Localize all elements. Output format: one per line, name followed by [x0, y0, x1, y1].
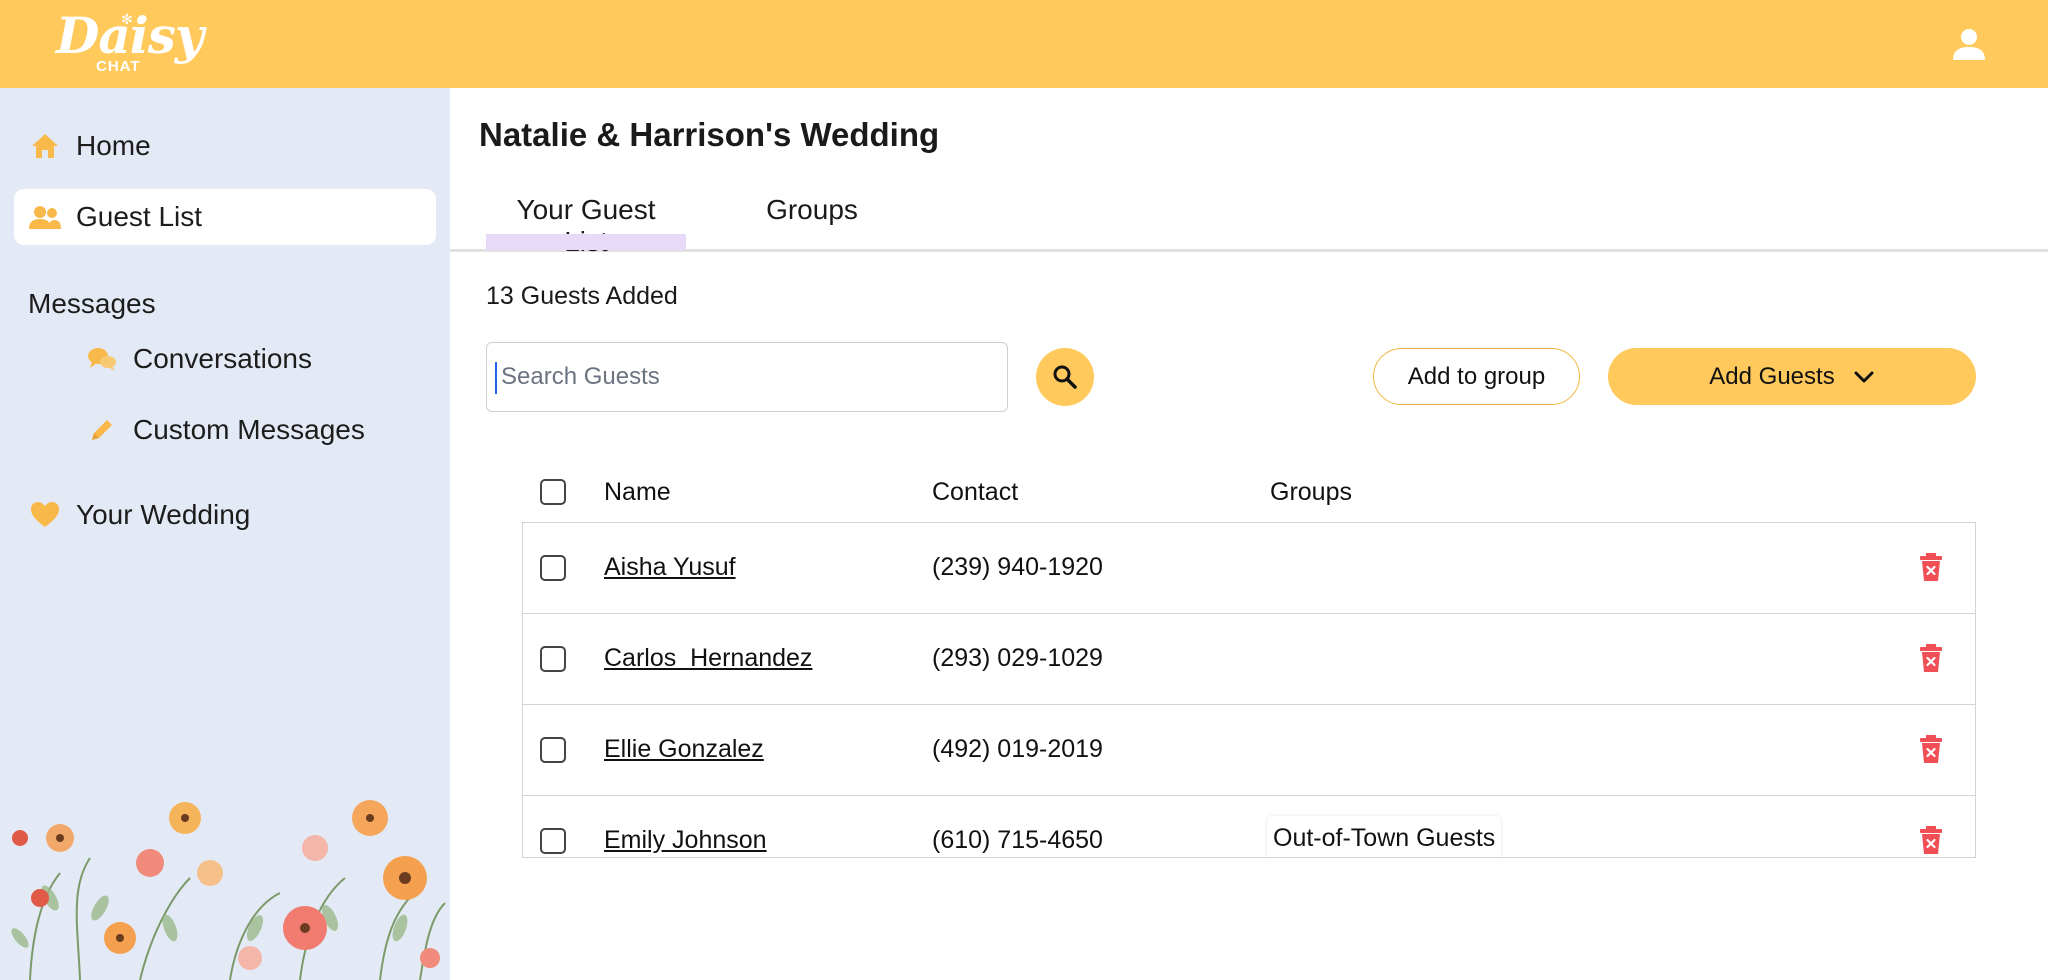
sidebar-item-label: Conversations: [133, 343, 312, 374]
delete-trash-icon[interactable]: [1919, 552, 1943, 582]
sidebar-item-your-wedding[interactable]: Your Wedding: [28, 487, 250, 543]
logo-daisy-icon: ✻: [121, 12, 133, 28]
sidebar-item-guest-list[interactable]: Guest List: [14, 189, 436, 245]
delete-trash-icon[interactable]: [1919, 734, 1943, 764]
guest-contact: (239) 940-1920: [932, 553, 1103, 581]
text-cursor: [495, 362, 497, 394]
add-guests-label: Add Guests: [1709, 362, 1835, 390]
sidebar-item-label: Custom Messages: [133, 414, 365, 445]
add-guests-button[interactable]: Add Guests: [1608, 348, 1976, 405]
group-tag[interactable]: Out-of-Town Guests: [1267, 816, 1502, 857]
table-row: Emily Johnson (610) 715-4650 Out-of-Town…: [523, 796, 1975, 857]
guest-table: Aisha Yusuf (239) 940-1920 Carlos Hernan…: [522, 522, 1976, 858]
sidebar-item-label: Home: [76, 130, 151, 161]
row-checkbox[interactable]: [540, 646, 566, 672]
delete-trash-icon[interactable]: [1919, 825, 1943, 855]
floral-decoration-image: [11, 800, 446, 980]
guest-count-label: 13 Guests Added: [486, 282, 678, 310]
row-checkbox[interactable]: [540, 828, 566, 854]
search-input[interactable]: [486, 342, 1008, 412]
user-icon[interactable]: [1950, 26, 1988, 64]
column-header-groups[interactable]: Groups: [1270, 478, 1352, 507]
column-header-name[interactable]: Name: [604, 478, 671, 507]
sidebar-item-custom-messages[interactable]: Custom Messages: [85, 402, 365, 458]
table-row: Ellie Gonzalez (492) 019-2019: [523, 705, 1975, 796]
guest-name-link[interactable]: Carlos Hernandez: [604, 644, 812, 673]
table-row: Carlos Hernandez (293) 029-1029: [523, 614, 1975, 705]
sidebar-item-label: Your Wedding: [76, 499, 251, 530]
tab-groups[interactable]: Groups: [762, 194, 862, 226]
guest-name-link[interactable]: Ellie Gonzalez: [604, 735, 764, 764]
sidebar-item-label: Guest List: [76, 201, 203, 232]
active-tab-indicator: [486, 234, 686, 250]
add-to-group-button[interactable]: Add to group: [1373, 348, 1580, 405]
select-all-checkbox[interactable]: [540, 479, 566, 505]
search-button[interactable]: [1036, 348, 1094, 406]
users-icon: [28, 202, 62, 232]
chat-bubbles-icon: [85, 344, 119, 374]
daisy-chat-logo[interactable]: Daisy ✻ CHAT: [56, 6, 204, 82]
guest-name-link[interactable]: Emily Johnson: [604, 826, 767, 855]
row-checkbox[interactable]: [540, 555, 566, 581]
row-checkbox[interactable]: [540, 737, 566, 763]
top-bar: Daisy ✻ CHAT: [0, 0, 2048, 88]
sidebar-item-home[interactable]: Home: [28, 118, 151, 174]
messages-heading: Messages: [28, 288, 156, 319]
guest-name-link[interactable]: Aisha Yusuf: [604, 553, 736, 582]
tab-bar: Your Guest List Groups: [450, 186, 2048, 257]
pencil-icon: [85, 415, 119, 445]
guest-contact: (293) 029-1029: [932, 644, 1103, 672]
column-header-contact[interactable]: Contact: [932, 478, 1018, 507]
sidebar: Home Guest List Messages Conversations C…: [0, 88, 450, 980]
heart-icon: [28, 500, 62, 530]
guest-contact: (492) 019-2019: [932, 735, 1103, 763]
search-icon: [1053, 365, 1077, 389]
logo-subtitle: CHAT: [96, 58, 141, 75]
page-title: Natalie & Harrison's Wedding: [479, 116, 940, 153]
guest-contact: (610) 715-4650: [932, 826, 1103, 854]
delete-trash-icon[interactable]: [1919, 643, 1943, 673]
table-row: Aisha Yusuf (239) 940-1920: [523, 523, 1975, 614]
home-icon: [28, 131, 62, 161]
chevron-down-icon: [1854, 371, 1874, 382]
sidebar-item-conversations[interactable]: Conversations: [85, 331, 312, 387]
